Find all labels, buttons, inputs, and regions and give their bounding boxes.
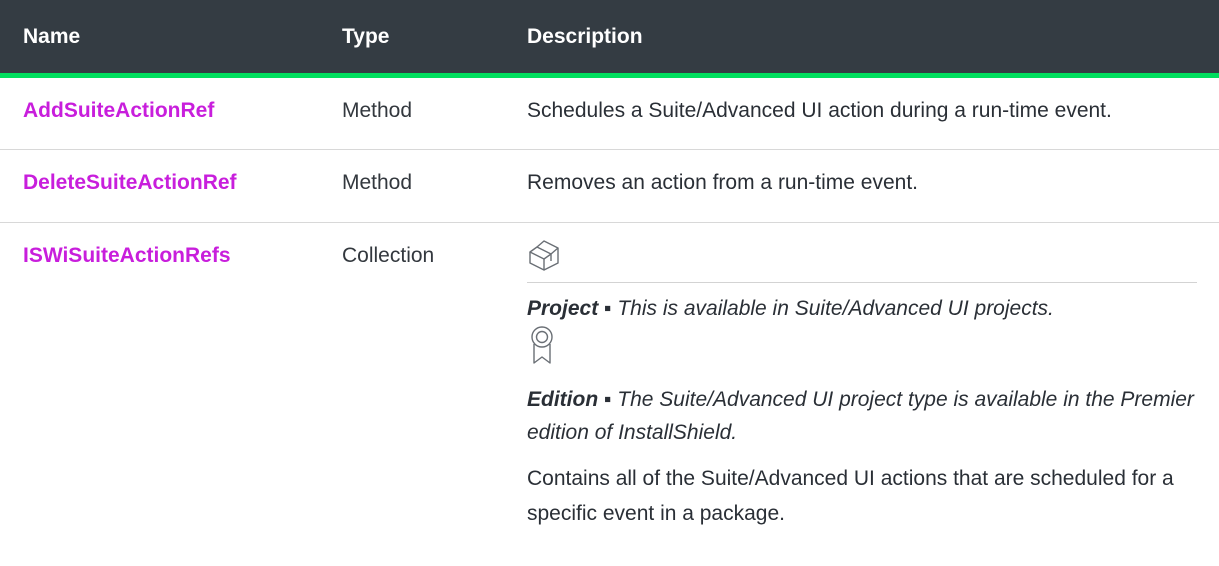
member-link-addsuiteactionref[interactable]: AddSuiteActionRef — [23, 99, 214, 122]
box-icon — [527, 238, 561, 278]
header-type: Type — [342, 25, 390, 48]
member-description-block: Project ▪ This is available in Suite/Adv… — [527, 223, 1219, 552]
member-type: Method — [342, 99, 413, 122]
edition-availability: Edition ▪ The Suite/Advanced UI project … — [527, 326, 1209, 449]
project-label: Project ▪ — [527, 297, 612, 320]
header-description: Description — [527, 25, 643, 48]
member-description: Schedules a Suite/Advanced UI action dur… — [527, 99, 1112, 122]
table-header-row: Name Type Description — [0, 0, 1219, 78]
header-name: Name — [23, 25, 81, 48]
member-link-deletesuiteactionref[interactable]: DeleteSuiteActionRef — [23, 171, 237, 194]
project-note: This is available in Suite/Advanced UI p… — [617, 297, 1054, 320]
table-row: AddSuiteActionRef Method Schedules a Sui… — [0, 78, 1219, 150]
edition-note: The Suite/Advanced UI project type is av… — [527, 388, 1194, 444]
member-type: Method — [342, 171, 413, 194]
table-row: ISWiSuiteActionRefs Collection Project ▪… — [0, 223, 1219, 552]
award-ribbon-icon — [527, 325, 557, 371]
divider — [527, 282, 1197, 283]
member-description: Removes an action from a run-time event. — [527, 171, 919, 194]
member-type: Collection — [342, 244, 435, 267]
project-availability: Project ▪ This is available in Suite/Adv… — [527, 235, 1209, 325]
table-row: DeleteSuiteActionRef Method Removes an a… — [0, 150, 1219, 223]
member-link-iswisuiteactionrefs[interactable]: ISWiSuiteActionRefs — [23, 244, 231, 267]
edition-label: Edition ▪ — [527, 388, 612, 411]
api-members-table: Name Type Description AddSuiteActionRef … — [0, 0, 1219, 552]
member-description: Contains all of the Suite/Advanced UI ac… — [527, 467, 1174, 525]
